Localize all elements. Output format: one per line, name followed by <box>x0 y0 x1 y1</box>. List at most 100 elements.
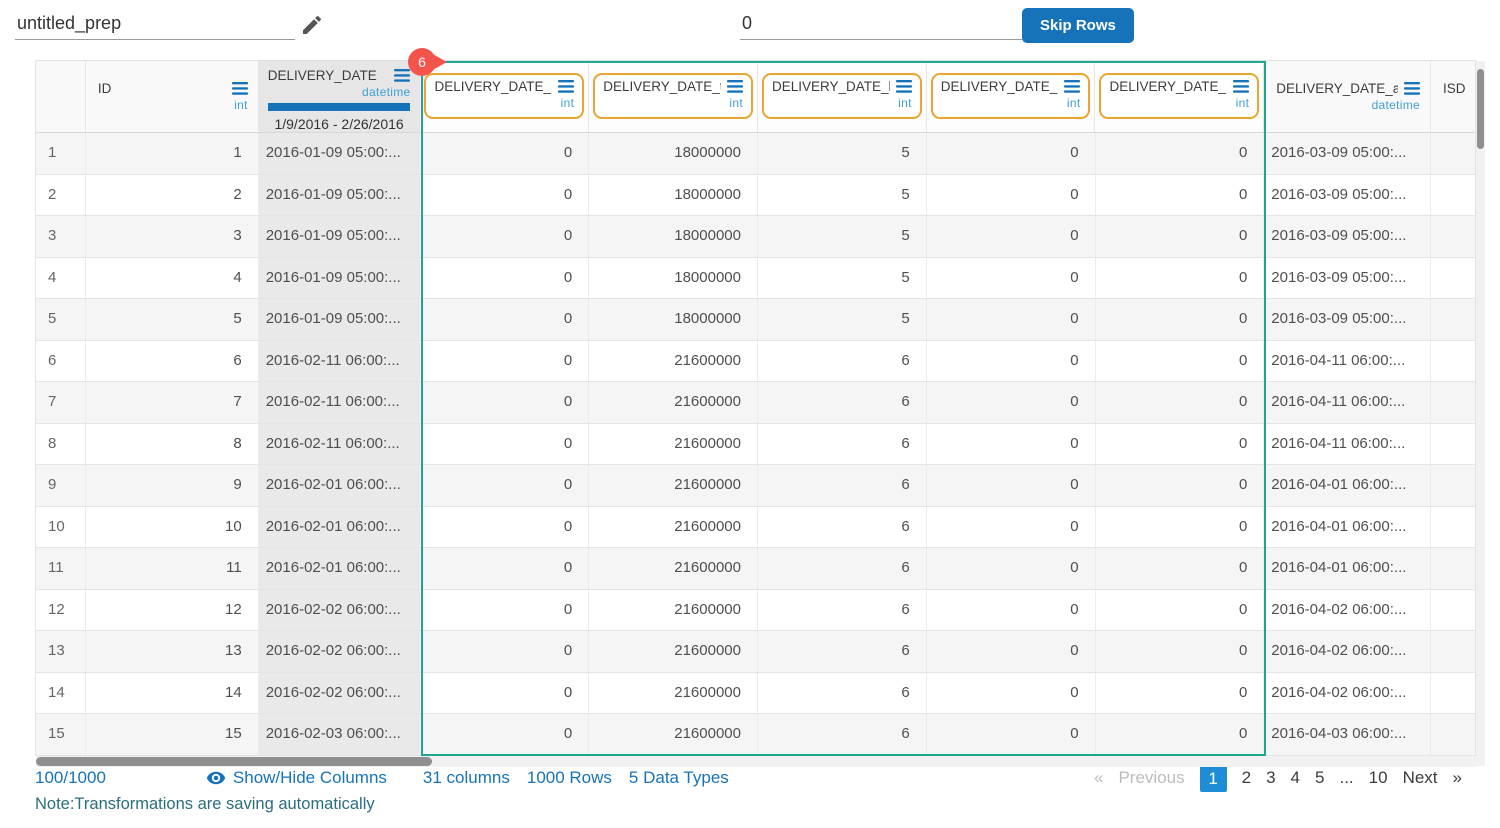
table-cell: 0 <box>1096 133 1265 174</box>
table-cell: 0 <box>1096 714 1265 755</box>
horizontal-scrollbar[interactable] <box>36 756 1476 767</box>
column-header-isde[interactable]: ISDE <box>1431 61 1475 132</box>
table-cell: 2016-02-11 06:00:... <box>258 340 421 382</box>
column-menu-icon[interactable] <box>895 80 912 93</box>
column-menu-icon[interactable] <box>1404 82 1421 95</box>
table-cell: 0 <box>420 174 590 216</box>
datatypes-count: 5 Data Types <box>628 768 729 788</box>
selected-column-box[interactable]: DELIVERY_DATE_s... int <box>930 73 1091 119</box>
table-cell: 13 <box>86 631 259 672</box>
table-cell: 2016-02-01 06:00:... <box>258 465 421 506</box>
table-cell: 0 <box>1096 174 1265 216</box>
vertical-scrollbar[interactable] <box>1476 61 1485 766</box>
table-cell: 0 <box>1096 340 1265 382</box>
table-cell: 0 <box>420 216 590 257</box>
column-header-delivery-date-ti: DELIVERY_DATE_ti... int <box>589 61 758 132</box>
table-cell: 0 <box>1096 589 1265 631</box>
table-cell: 21600000 <box>589 382 758 423</box>
pagination-page-3[interactable]: 3 <box>1266 768 1275 788</box>
pagination-page-1[interactable]: 1 <box>1199 764 1227 792</box>
column-type: datetime <box>1371 98 1421 112</box>
table-cell: 21600000 <box>589 714 758 755</box>
pagination-last-button[interactable]: » <box>1453 768 1462 788</box>
table-cell: 2016-01-09 05:00:... <box>258 257 421 299</box>
table-cell: 2016-04-03 06:00:... <box>1264 714 1432 755</box>
table-cell: 2016-04-02 06:00:... <box>1264 631 1432 672</box>
table-cell: 0 <box>1096 299 1265 340</box>
column-header-delivery-date-s: DELIVERY_DATE_s... int <box>926 61 1096 132</box>
column-menu-icon[interactable] <box>231 82 248 95</box>
table-cell: 2016-03-09 05:00:... <box>1264 216 1432 257</box>
prep-name-input[interactable] <box>15 8 295 40</box>
vertical-scrollbar-thumb[interactable] <box>1477 69 1484 149</box>
column-menu-icon[interactable] <box>726 80 743 93</box>
table-cell <box>1431 590 1475 631</box>
pagination-first-button[interactable]: « <box>1094 768 1103 788</box>
table-row: 5 5 2016-01-09 05:00:... 0 18000000 5 0 0 2016-0… <box>36 299 1475 341</box>
selected-column-box[interactable]: DELIVERY_DATE_h... int <box>761 73 922 119</box>
table-cell: 0 <box>927 631 1096 672</box>
pagination-page-4[interactable]: 4 <box>1291 768 1300 788</box>
pagination-page-...[interactable]: ... <box>1339 768 1353 788</box>
table-row: 10 10 2016-02-01 06:00:... 0 21600000 6 0 0 2016… <box>36 506 1475 549</box>
table-cell: 5 <box>758 174 927 216</box>
column-type: int <box>1235 96 1250 110</box>
table-cell: 0 <box>420 257 590 299</box>
pagination-next-button[interactable]: Next <box>1403 768 1438 788</box>
table-cell: 2016-01-09 05:00:... <box>258 174 421 216</box>
pagination-previous-button[interactable]: Previous <box>1118 768 1184 788</box>
table-row: 12 12 2016-02-02 06:00:... 0 21600000 6 0 0 2016… <box>36 589 1475 632</box>
column-menu-icon[interactable] <box>1064 80 1081 93</box>
table-cell <box>1431 258 1475 299</box>
table-cell: 2016-04-02 06:00:... <box>1264 672 1432 714</box>
table-cell: 4 <box>86 257 259 299</box>
column-name: DELIVERY_DATE_... <box>1109 79 1228 94</box>
show-hide-columns-button[interactable]: Show/Hide Columns <box>206 768 387 788</box>
column-menu-icon[interactable] <box>558 80 575 93</box>
table-cell: 0 <box>927 133 1096 174</box>
table-cell: 0 <box>420 340 590 382</box>
table-cell: 0 <box>1096 672 1265 714</box>
table-cell: 2016-03-09 05:00:... <box>1264 174 1432 216</box>
row-number-cell: 9 <box>36 465 86 506</box>
column-name: DELIVERY_DATE_s... <box>940 79 1059 94</box>
pagination-page-2[interactable]: 2 <box>1242 768 1251 788</box>
table-cell: 2016-01-09 05:00:... <box>258 133 421 174</box>
table-cell: 2016-02-11 06:00:... <box>258 382 421 423</box>
column-header-delivery-date[interactable]: DELIVERY_DATE datetime 1/9/2016 - 2/26/2… <box>258 61 421 132</box>
table-stats: 31 columns 1000 Rows 5 Data Types <box>423 768 729 788</box>
horizontal-scrollbar-thumb[interactable] <box>36 757 432 766</box>
table-cell: 2016-03-09 05:00:... <box>1264 257 1432 299</box>
pagination-page-5[interactable]: 5 <box>1315 768 1324 788</box>
eye-icon <box>206 771 226 785</box>
table-row: 15 15 2016-02-03 06:00:... 0 21600000 6 0 0 2016… <box>36 714 1475 756</box>
column-header-id[interactable]: ID int <box>86 61 259 132</box>
selected-column-box[interactable]: DELIVERY_DATE_... int <box>424 73 585 119</box>
row-number-cell: 11 <box>36 548 86 589</box>
selected-column-box[interactable]: DELIVERY_DATE_... int <box>1099 73 1260 119</box>
table-cell: 6 <box>758 423 927 465</box>
table-row: 7 7 2016-02-11 06:00:... 0 21600000 6 0 0 2016-0… <box>36 382 1475 424</box>
column-type: int <box>1066 96 1081 110</box>
table-cell: 0 <box>420 714 590 755</box>
selected-column-box[interactable]: DELIVERY_DATE_ti... int <box>593 73 753 119</box>
table-row: 11 11 2016-02-01 06:00:... 0 21600000 6 0 0 2016… <box>36 548 1475 590</box>
pagination-page-10[interactable]: 10 <box>1369 768 1388 788</box>
table-cell: 12 <box>86 589 259 631</box>
table-cell: 0 <box>420 382 590 423</box>
row-number-cell: 3 <box>36 216 86 257</box>
edit-pencil-icon[interactable] <box>300 13 324 37</box>
row-number-cell: 13 <box>36 631 86 672</box>
row-number-cell: 15 <box>36 714 86 755</box>
pagination-pages: 1 2 3 4 5... 10 <box>1199 764 1388 792</box>
column-menu-icon[interactable] <box>1233 80 1250 93</box>
table-cell: 0 <box>927 506 1096 548</box>
skip-rows-input[interactable] <box>740 8 1022 40</box>
table-cell: 2016-02-03 06:00:... <box>258 714 421 755</box>
selection-count-badge: 6 <box>408 48 447 76</box>
table-cell <box>1431 133 1475 174</box>
column-type: int <box>729 96 743 110</box>
columns-count: 31 columns <box>422 768 510 788</box>
skip-rows-button[interactable]: Skip Rows <box>1022 8 1134 43</box>
column-header-delivery-date-a[interactable]: DELIVERY_DATE_a... datetime <box>1264 61 1432 132</box>
